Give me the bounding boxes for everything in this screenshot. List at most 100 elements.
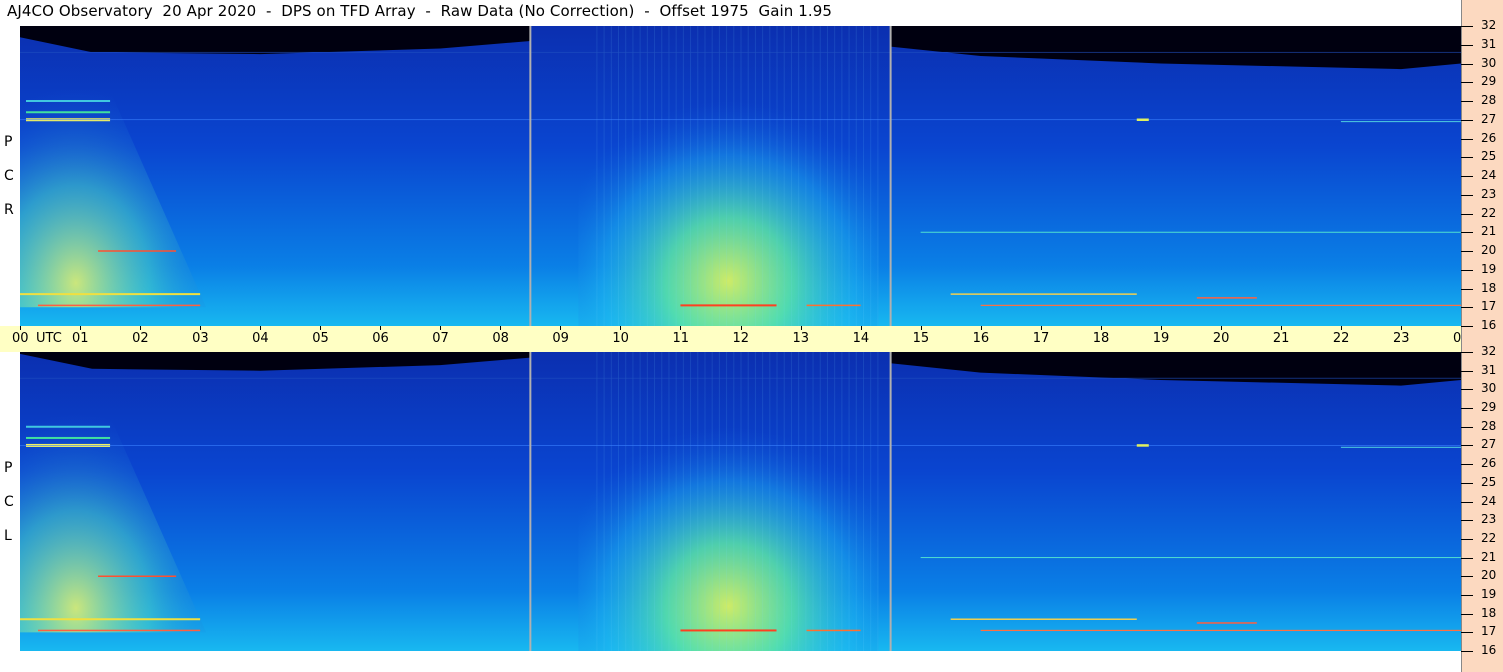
time-tick-label: 13 xyxy=(792,331,810,346)
time-tick-label: 01 xyxy=(72,331,89,346)
texture-line xyxy=(747,26,749,326)
frequency-tick-label: 21 xyxy=(1481,549,1497,564)
texture-line xyxy=(697,26,699,326)
texture-line xyxy=(862,26,864,326)
texture-line xyxy=(610,352,612,651)
frequency-tick xyxy=(1461,44,1473,46)
texture-line xyxy=(675,26,677,326)
frequency-tick-label: 16 xyxy=(1481,318,1497,332)
texture-line xyxy=(826,26,828,326)
frequency-tick-label: 30 xyxy=(1481,55,1497,70)
texture-line xyxy=(819,26,821,326)
texture-line xyxy=(718,26,720,326)
frequency-tick-label: 32 xyxy=(1481,18,1497,32)
frequency-tick-label: 19 xyxy=(1481,261,1497,276)
time-tick-label: 02 xyxy=(132,331,149,346)
frequency-tick-label: 26 xyxy=(1481,456,1497,471)
time-tick xyxy=(380,326,382,330)
time-tick xyxy=(860,326,862,330)
frequency-tick-label: 29 xyxy=(1481,400,1497,415)
frequency-tick-label: 20 xyxy=(1481,243,1497,257)
time-tick xyxy=(1160,326,1162,330)
texture-line xyxy=(697,352,699,651)
frequency-tick xyxy=(1461,138,1473,140)
spectrogram-lcp xyxy=(20,352,1461,651)
time-tick-label: 19 xyxy=(1152,331,1170,346)
interference-line xyxy=(1136,118,1149,121)
texture-line xyxy=(632,26,634,326)
frequency-tick-label: 26 xyxy=(1481,130,1497,145)
interference-line xyxy=(980,304,1461,306)
frequency-tick-label: 21 xyxy=(1481,224,1497,239)
frequency-tick xyxy=(1461,26,1473,27)
time-tick xyxy=(740,326,742,330)
time-tick-label: 23 xyxy=(1392,331,1410,346)
time-tick xyxy=(440,326,442,330)
interference-line xyxy=(38,304,201,307)
time-tick xyxy=(320,326,322,330)
texture-line xyxy=(805,352,807,651)
daytime-noise-region xyxy=(578,352,879,651)
interference-line xyxy=(26,100,111,102)
frequency-tick xyxy=(1461,213,1473,215)
frequency-tick-label: 28 xyxy=(1481,418,1497,433)
frequency-tick-label: 23 xyxy=(1481,186,1497,201)
frequency-tick-label: 31 xyxy=(1481,36,1497,51)
frequency-tick xyxy=(1461,101,1473,102)
polarization-letter-lcp: C xyxy=(4,494,14,510)
texture-line xyxy=(870,26,872,326)
texture-line xyxy=(747,352,749,651)
interference-line xyxy=(1136,444,1149,447)
texture-line xyxy=(855,26,857,326)
texture-line xyxy=(596,352,598,651)
texture-line xyxy=(682,352,684,651)
interference-line xyxy=(806,304,861,307)
texture-line xyxy=(877,352,879,651)
frequency-tick xyxy=(1461,538,1473,540)
time-tick-label: 16 xyxy=(972,331,990,346)
frequency-tick xyxy=(1461,464,1473,466)
texture-line xyxy=(826,352,828,651)
frequency-tick xyxy=(1461,176,1473,177)
texture-line xyxy=(812,352,814,651)
time-tick-label: 11 xyxy=(672,331,689,346)
texture-line xyxy=(625,352,627,651)
texture-line xyxy=(790,352,792,651)
frequency-tick-label: 16 xyxy=(1481,643,1497,657)
texture-line xyxy=(834,26,836,326)
interference-line xyxy=(20,618,201,621)
interference-line xyxy=(950,618,1137,620)
interference-line xyxy=(26,111,111,114)
polarization-letter-rcp: R xyxy=(4,202,14,218)
texture-line xyxy=(603,26,605,326)
texture-line xyxy=(740,26,742,326)
frequency-tick-label: 30 xyxy=(1481,381,1497,396)
time-tick xyxy=(80,326,82,330)
time-tick-label: 03 xyxy=(192,331,209,346)
interference-line xyxy=(20,445,1461,446)
time-tick xyxy=(920,326,922,330)
frequency-tick-label: 18 xyxy=(1481,605,1497,620)
time-tick-label: 09 xyxy=(552,331,569,346)
time-tick-label: 00 xyxy=(12,331,29,346)
interference-line xyxy=(980,629,1461,632)
time-tick xyxy=(560,326,562,330)
texture-line xyxy=(740,352,742,651)
frequency-tick-label: 17 xyxy=(1481,299,1497,314)
interference-line xyxy=(26,425,111,428)
frequency-tick xyxy=(1461,63,1473,65)
time-tick-label: 20 xyxy=(1212,331,1230,346)
interference-line xyxy=(20,51,1461,53)
polarization-letter-rcp: P xyxy=(4,134,13,150)
frequency-tick xyxy=(1461,557,1473,559)
time-tick xyxy=(620,326,622,330)
texture-line xyxy=(798,26,800,326)
polarization-letter-lcp: P xyxy=(4,460,13,476)
frequency-tick-label: 19 xyxy=(1481,586,1497,601)
time-tick xyxy=(500,326,502,330)
texture-line xyxy=(610,26,612,326)
interference-line xyxy=(920,557,1461,559)
texture-line xyxy=(646,352,648,651)
time-tick-label: 07 xyxy=(432,331,449,346)
frequency-tick xyxy=(1461,326,1473,327)
